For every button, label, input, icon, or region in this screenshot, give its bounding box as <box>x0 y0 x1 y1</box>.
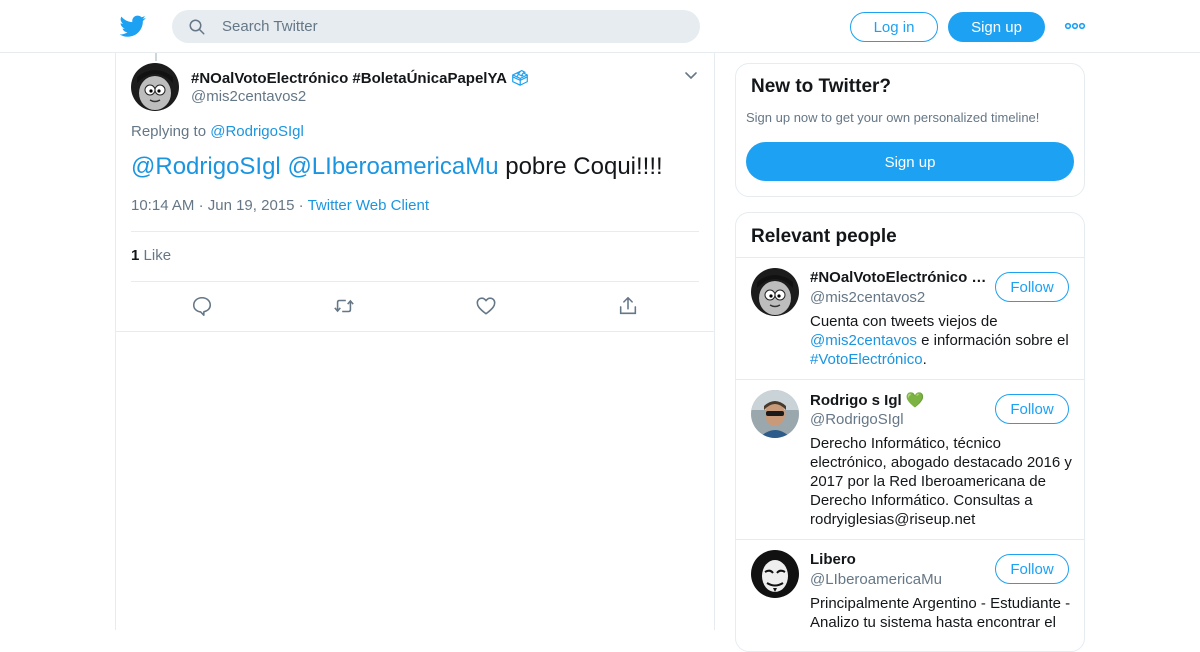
replying-to: Replying to @RodrigoSIgl <box>131 123 304 140</box>
mention-link[interactable]: @LIberoamericaMu <box>287 153 498 180</box>
tweet-author-handle[interactable]: @mis2centavos2 <box>191 88 306 105</box>
top-bar: Log in Sign up <box>0 0 1200 53</box>
person-handle[interactable]: @RodrigoSIgl <box>810 411 904 428</box>
cartoon-avatar-icon <box>751 268 799 316</box>
twitter-bird-icon[interactable] <box>120 13 146 39</box>
like-count: 1 <box>131 247 140 264</box>
share-icon[interactable] <box>617 295 639 317</box>
person-item[interactable]: Libero @LIberoamericaMu Follow Principal… <box>736 539 1084 651</box>
person-bio: Principalmente Argentino - Estudiante - … <box>810 595 1071 631</box>
tweet-client-link[interactable]: Twitter Web Client <box>308 197 429 214</box>
search-input[interactable] <box>222 10 682 43</box>
like-stats[interactable]: 1 Like <box>131 247 171 264</box>
chevron-down-icon[interactable] <box>684 71 698 81</box>
person-bio: Derecho Informático, técnico electrónico… <box>810 435 1072 528</box>
search-icon <box>189 19 205 35</box>
reply-icon[interactable] <box>191 295 213 317</box>
person-handle[interactable]: @mis2centavos2 <box>810 289 925 306</box>
relevant-people-card: Relevant people #NOalVotoElectrónico #..… <box>735 212 1085 652</box>
person-bio: Cuenta con tweets viejos de @mis2centavo… <box>810 312 1072 369</box>
replying-prefix: Replying to <box>131 123 207 140</box>
follow-button[interactable]: Follow <box>995 272 1069 302</box>
card-subtitle: Sign up now to get your own personalized… <box>746 110 1040 125</box>
retweet-icon[interactable] <box>333 295 355 317</box>
tweet-time: 10:14 AM <box>131 197 195 214</box>
bio-text: e información sobre el <box>916 332 1069 349</box>
person-name-text: Rodrigo s Igl <box>810 392 902 409</box>
bio-text: . <box>922 351 927 368</box>
login-button[interactable]: Log in <box>850 12 938 42</box>
heart-icon[interactable] <box>475 295 497 317</box>
search-box[interactable] <box>172 10 700 43</box>
cartoon-avatar-icon <box>131 63 179 111</box>
author-name-text: #NOalVotoElectrónico #BoletaÚnicaPapelYA <box>191 70 507 87</box>
mention-link[interactable]: @RodrigoSIgl <box>131 153 281 180</box>
avatar[interactable] <box>131 63 179 111</box>
follow-button[interactable]: Follow <box>995 554 1069 584</box>
tweet-body-text: pobre Coqui!!!! <box>505 153 663 180</box>
signup-button[interactable]: Sign up <box>746 142 1074 181</box>
card-title: Relevant people <box>751 226 897 247</box>
tweet-meta: 10:14 AM · Jun 19, 2015 · Twitter Web Cl… <box>131 197 429 214</box>
tweet-date: Jun 19, 2015 <box>207 197 295 214</box>
bio-hashtag-link[interactable]: #VotoElectrónico <box>810 351 923 368</box>
avatar[interactable] <box>751 268 799 316</box>
person-handle[interactable]: @LIberoamericaMu <box>810 571 942 588</box>
tweet-text: @RodrigoSIgl @LIberoamericaMu pobre Coqu… <box>131 151 663 183</box>
divider <box>131 231 699 232</box>
more-dots-icon[interactable] <box>1064 17 1086 35</box>
avatar[interactable] <box>751 550 799 598</box>
card-title: New to Twitter? <box>751 76 892 97</box>
follow-button[interactable]: Follow <box>995 394 1069 424</box>
bio-mention-link[interactable]: @mis2centavos <box>810 332 917 349</box>
meta-separator: · <box>298 197 304 214</box>
person-item[interactable]: #NOalVotoElectrónico #... @mis2centavos2… <box>736 257 1084 380</box>
tweet-column: #NOalVotoElectrónico #BoletaÚnicaPapelYA… <box>115 53 715 630</box>
photo-avatar-icon <box>751 390 799 438</box>
signup-button[interactable]: Sign up <box>948 12 1045 42</box>
thread-line <box>155 53 157 61</box>
bio-text: Cuenta con tweets viejos de <box>810 313 998 330</box>
new-to-twitter-card: New to Twitter? Sign up now to get your … <box>735 63 1085 197</box>
person-name[interactable]: Rodrigo s Igl 💚 <box>810 391 988 409</box>
like-label: Like <box>143 247 172 264</box>
mask-avatar-icon <box>751 550 799 598</box>
meta-separator: · <box>198 197 204 214</box>
person-name[interactable]: Libero <box>810 551 988 568</box>
tweet-actions <box>116 281 714 332</box>
green-heart-emoji-icon: 💚 <box>905 392 925 409</box>
person-name[interactable]: #NOalVotoElectrónico #... <box>810 269 988 286</box>
avatar[interactable] <box>751 390 799 438</box>
person-item[interactable]: Rodrigo s Igl 💚 @RodrigoSIgl Follow Dere… <box>736 379 1084 540</box>
replying-to-link[interactable]: @RodrigoSIgl <box>210 123 304 140</box>
tweet-author-name[interactable]: #NOalVotoElectrónico #BoletaÚnicaPapelYA… <box>191 69 530 87</box>
ballot-box-emoji-icon: 🗳 <box>510 70 530 87</box>
